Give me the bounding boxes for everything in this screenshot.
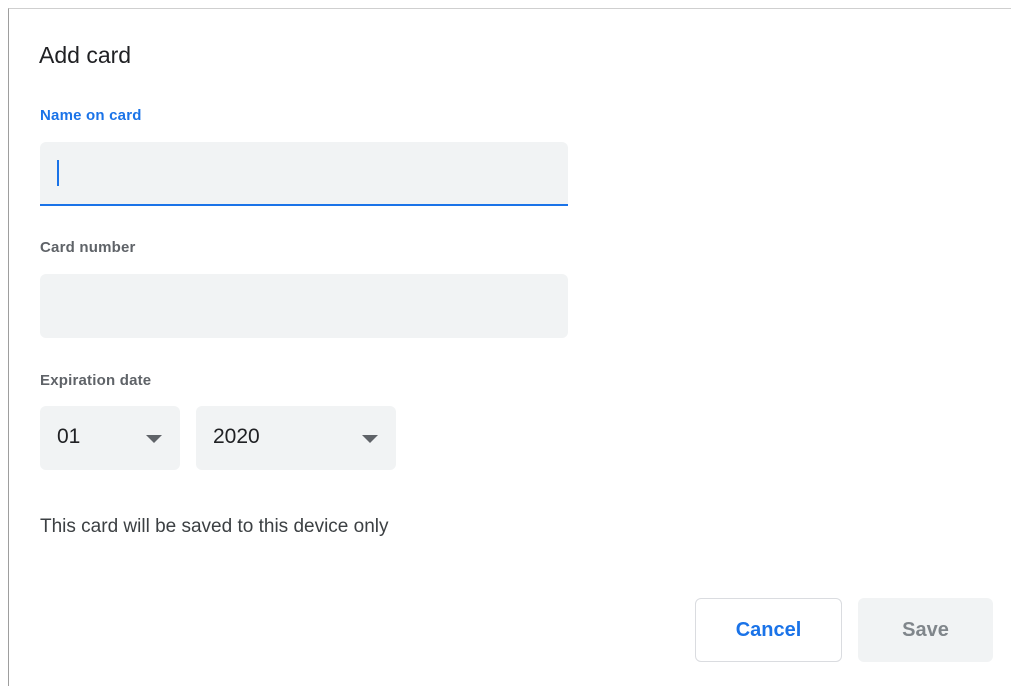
save-button[interactable]: Save bbox=[858, 598, 993, 662]
name-on-card-field[interactable] bbox=[40, 142, 568, 206]
text-cursor bbox=[57, 160, 59, 186]
cancel-button[interactable]: Cancel bbox=[695, 598, 842, 662]
expiration-year-value: 2020 bbox=[213, 425, 260, 448]
expiration-month-value: 01 bbox=[57, 425, 81, 448]
expiration-date-label: Expiration date bbox=[40, 372, 152, 389]
name-on-card-label: Name on card bbox=[40, 107, 142, 124]
add-card-dialog: Add card Name on card Card number Expira… bbox=[8, 8, 1011, 686]
device-storage-note: This card will be saved to this device o… bbox=[40, 516, 389, 537]
card-number-input[interactable] bbox=[40, 274, 568, 338]
card-number-field[interactable] bbox=[40, 274, 568, 338]
dialog-title: Add card bbox=[39, 42, 132, 68]
chevron-down-icon bbox=[362, 435, 378, 443]
card-number-label: Card number bbox=[40, 239, 136, 256]
chevron-down-icon bbox=[146, 435, 162, 443]
name-on-card-input[interactable] bbox=[40, 142, 568, 204]
expiration-month-select[interactable]: 01 bbox=[40, 406, 180, 470]
expiration-year-select[interactable]: 2020 bbox=[196, 406, 396, 470]
